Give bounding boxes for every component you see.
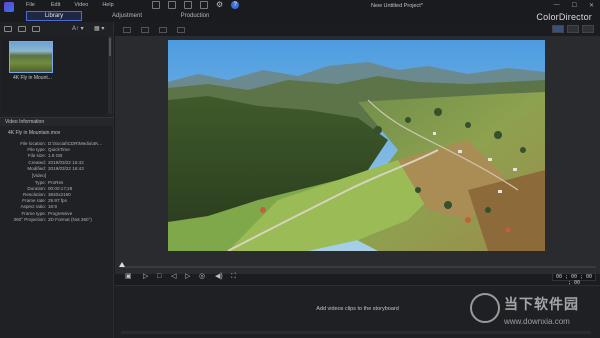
video-info-row: Modified: 2019/03/22 16:43 <box>0 166 114 172</box>
video-info-list: File location: D:\Social\CDR\Media\4K... F… <box>0 141 114 223</box>
redo-icon[interactable] <box>184 1 192 9</box>
grid-icon[interactable] <box>177 27 185 33</box>
watermark: 当下软件园 www.downxia.com <box>470 293 600 338</box>
import-media-icon[interactable] <box>4 26 12 32</box>
brand-label: ColorDirector <box>536 12 592 22</box>
stop-button[interactable]: □ <box>157 273 161 281</box>
playback-controls: ▣ ▷ □ ◁ ▷ ◎ ◀) ⛶ 00 ; 00 ; 00 ; 00 <box>115 271 600 286</box>
video-info-key: 360° Projection: <box>13 216 46 222</box>
watermark-url: www.downxia.com <box>504 317 570 326</box>
clip-mode-icon[interactable]: ▣ <box>125 273 132 281</box>
media-clip-label: 4K Fly in Mount... <box>13 75 52 81</box>
gear-icon[interactable]: ⚙ <box>216 1 223 9</box>
fit-icon[interactable] <box>159 27 167 33</box>
export-icon[interactable] <box>200 1 208 9</box>
maximize-button[interactable]: ☐ <box>572 2 577 9</box>
sort-dropdown[interactable]: A↑ ▾ <box>72 25 84 32</box>
single-view-button[interactable] <box>552 25 564 33</box>
volume-icon[interactable]: ◀) <box>215 273 223 281</box>
tab-adjustment[interactable]: Adjustment <box>102 11 152 21</box>
menu-item-video[interactable]: Video <box>74 2 88 8</box>
tab-library[interactable]: Library <box>26 11 82 21</box>
preview-toolbar <box>123 27 185 33</box>
scrubber-handle[interactable] <box>119 262 125 267</box>
media-clip-thumbnail[interactable] <box>9 41 53 73</box>
side-by-side-button[interactable] <box>582 25 594 33</box>
menu-item-edit[interactable]: Edit <box>51 2 60 8</box>
video-info-key: Modified: <box>27 165 46 171</box>
close-button[interactable]: ✕ <box>589 2 594 9</box>
import-icon[interactable] <box>152 1 160 9</box>
fullscreen-icon[interactable]: ⛶ <box>231 273 236 281</box>
video-info-row: 360° Projection: 2D Format (Not 360°) <box>0 217 114 223</box>
video-info-value: 2D Format (Not 360°) <box>48 216 92 222</box>
video-info-header: Video Information <box>0 117 114 126</box>
menu-bar: File Edit Video Help <box>26 2 128 8</box>
video-preview <box>168 40 545 251</box>
app-logo-icon <box>4 2 14 12</box>
project-title: New Untitled Project* <box>371 3 423 9</box>
cloud-icon[interactable] <box>32 26 40 32</box>
watermark-logo-icon <box>470 293 500 323</box>
toolbar-icons: ⚙ ? <box>152 1 240 9</box>
import-folder-icon[interactable] <box>18 26 26 32</box>
play-button[interactable]: ▷ <box>143 273 148 281</box>
timeline-scrubber[interactable] <box>121 266 596 268</box>
split-view-button[interactable] <box>567 25 579 33</box>
module-tabs: Library Adjustment Production <box>26 11 220 21</box>
work-area: ▣ ▷ □ ◁ ▷ ◎ ◀) ⛶ 00 ; 00 ; 00 ; 00 Add v… <box>115 22 600 338</box>
title-bar: File Edit Video Help ⚙ ? New Untitled Pr… <box>0 0 600 22</box>
library-toolbar <box>4 26 40 32</box>
watermark-text: 当下软件园 <box>504 296 579 312</box>
aerial-landscape-image <box>168 40 545 251</box>
help-icon[interactable]: ? <box>231 1 240 9</box>
menu-item-file[interactable]: File <box>26 2 35 8</box>
previous-frame-button[interactable]: ◁ <box>171 273 176 281</box>
next-frame-button[interactable]: ▷ <box>185 273 190 281</box>
compare-icon[interactable] <box>141 27 149 33</box>
minimize-button[interactable]: — <box>554 2 560 9</box>
view-mode-buttons <box>552 25 594 33</box>
snapshot-icon[interactable]: ◎ <box>199 273 205 281</box>
undo-icon[interactable] <box>168 1 176 9</box>
menu-item-help[interactable]: Help <box>102 2 113 8</box>
library-scrollbar[interactable] <box>108 36 112 114</box>
timecode-display: 00 ; 00 ; 00 ; 00 <box>552 273 596 286</box>
window-controls: — ☐ ✕ <box>554 2 594 9</box>
tab-production[interactable]: Production <box>170 11 220 21</box>
library-panel: A↑ ▾ ▦ ▾ 4K Fly in Mount... Video Inform… <box>0 22 114 338</box>
crop-icon[interactable] <box>123 27 131 33</box>
video-info-value: 2019/03/22 16:43 <box>48 165 84 171</box>
video-info-filename: 4K Fly in Mountain.mov <box>8 130 61 136</box>
view-dropdown[interactable]: ▦ ▾ <box>94 25 104 32</box>
